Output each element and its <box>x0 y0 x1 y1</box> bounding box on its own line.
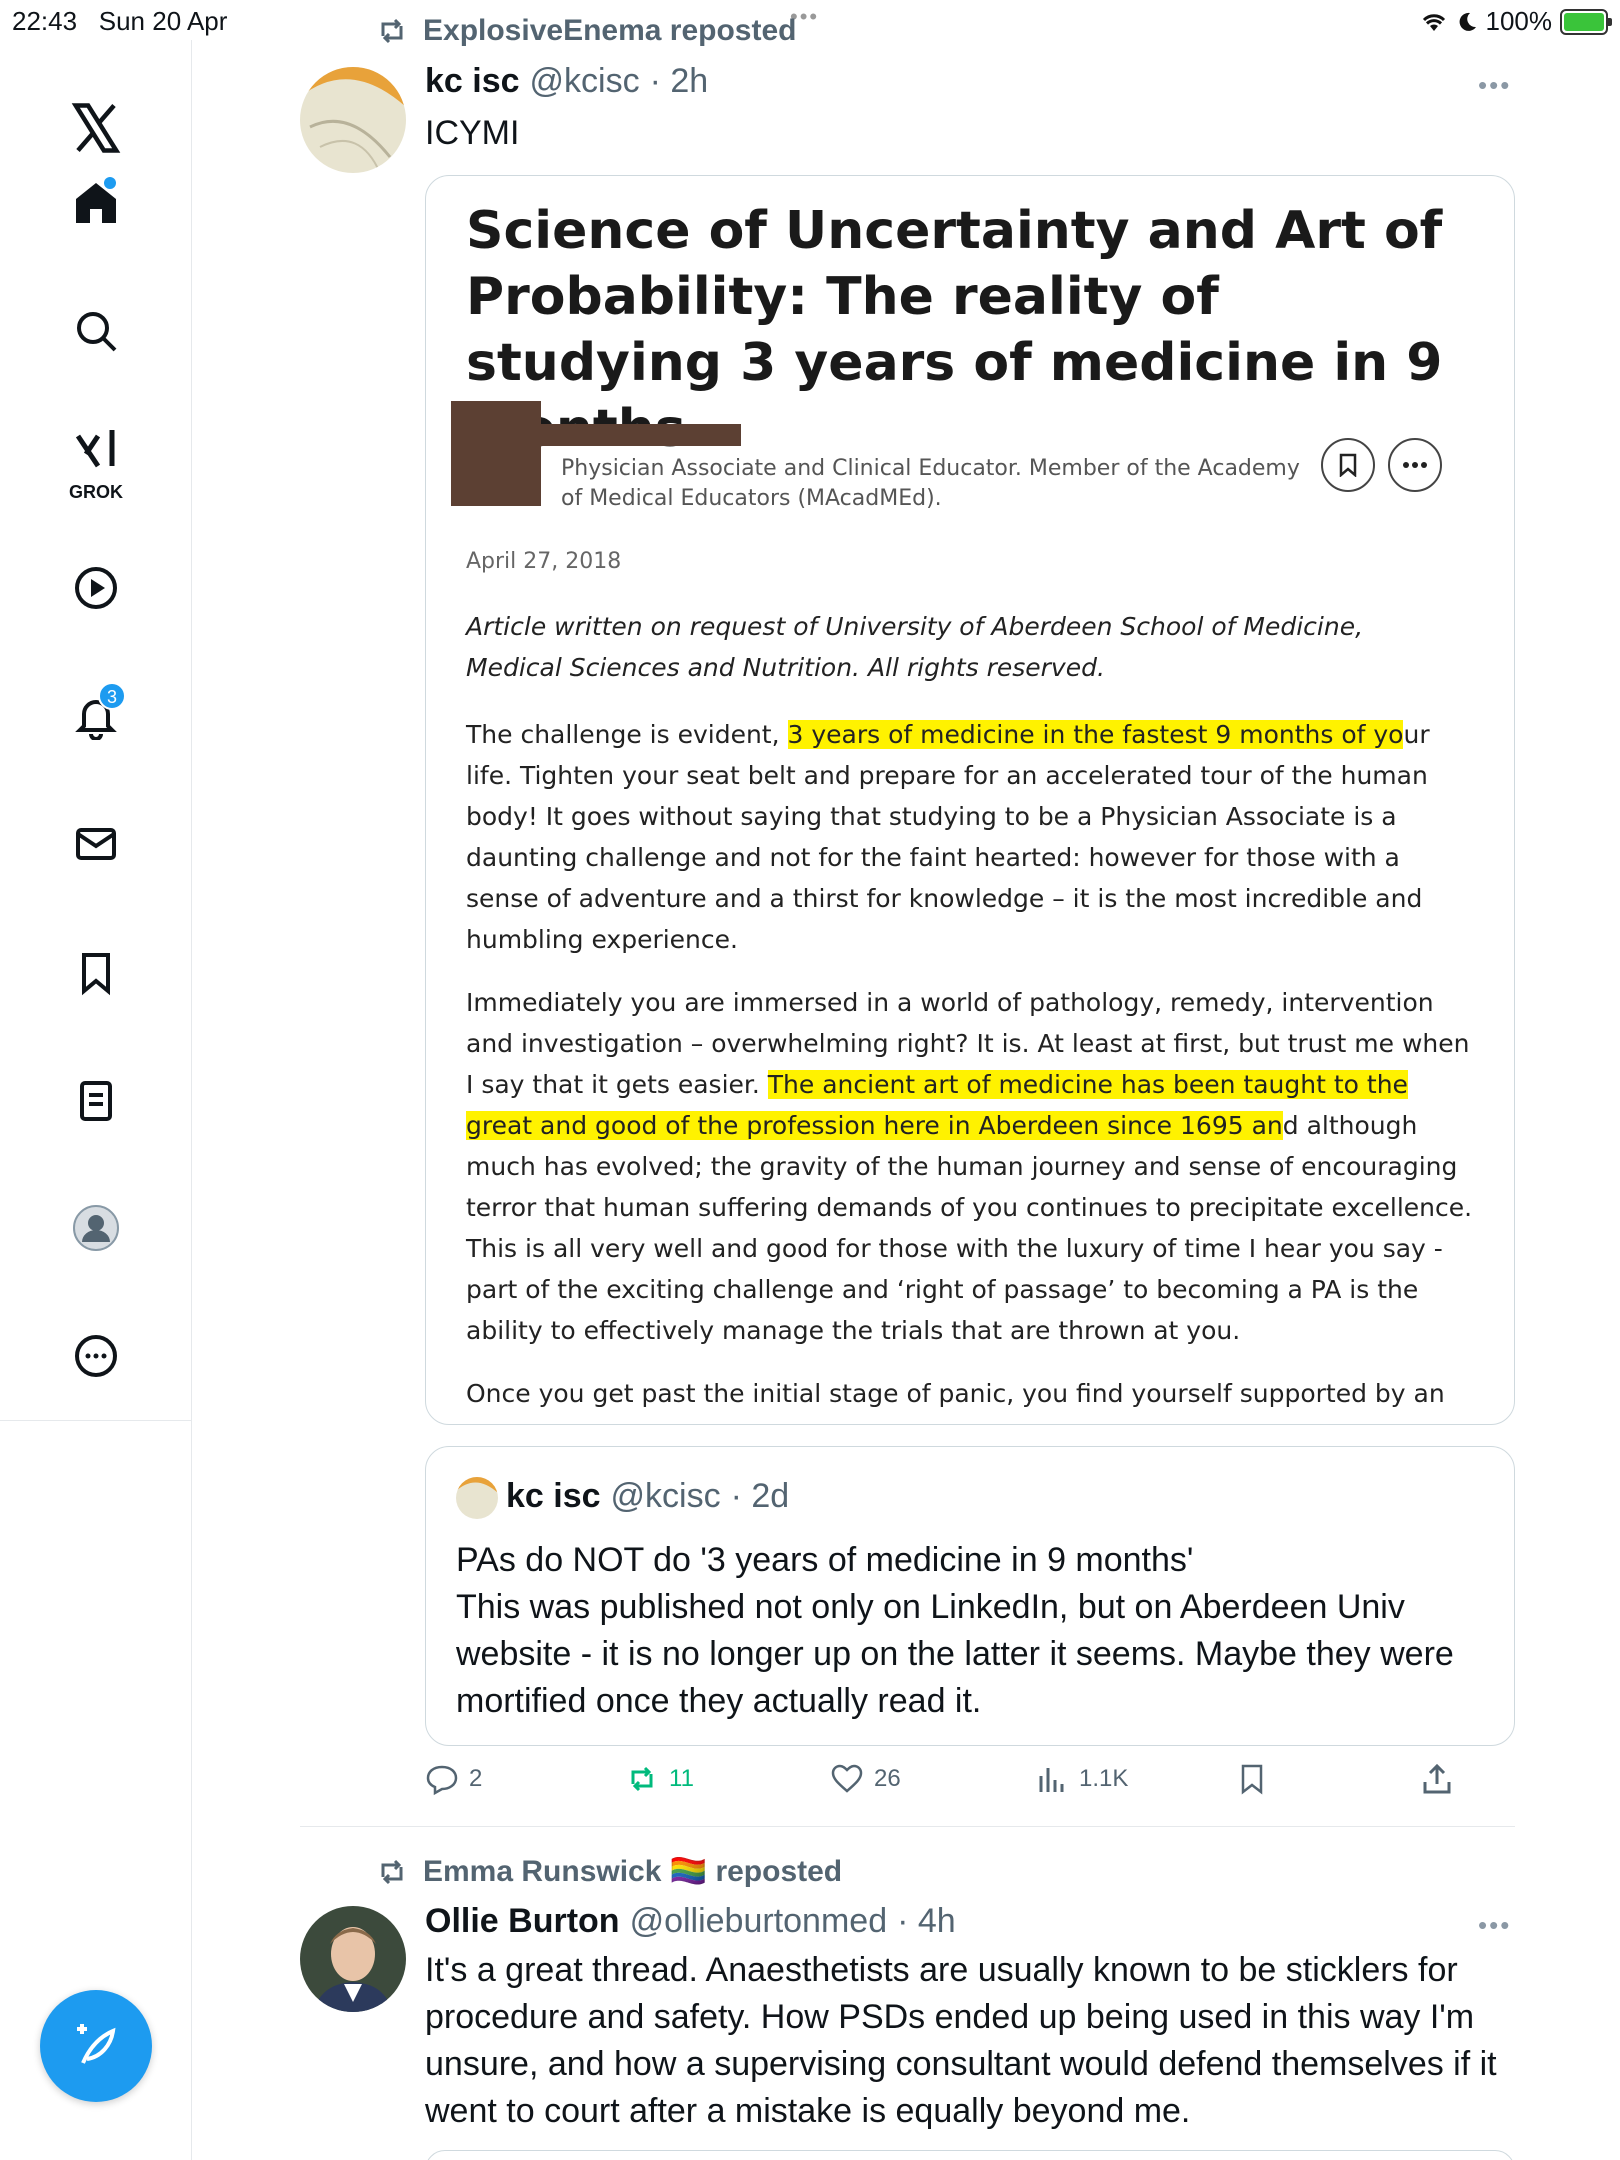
compose-post-button[interactable] <box>40 1990 152 2102</box>
share-icon <box>1423 1763 1451 1794</box>
grok-icon <box>75 430 115 468</box>
attached-image[interactable]: Science of Uncertainty and Art of Probab… <box>425 175 1515 1425</box>
author-description: Physician Associate and Clinical Educato… <box>561 456 1300 511</box>
sidebar-item-video[interactable] <box>48 548 144 628</box>
tweet-more-button[interactable]: ••• <box>1478 1910 1511 1941</box>
repost-button[interactable]: 11 <box>625 1762 694 1796</box>
like-count: 26 <box>874 1765 901 1792</box>
article-date: April 27, 2018 <box>466 549 622 574</box>
reposted-by-text: ExplosiveEnema reposted <box>423 14 797 47</box>
mail-icon <box>76 828 116 860</box>
redacted-photo <box>451 401 541 506</box>
sidebar-item-bookmarks[interactable] <box>48 933 144 1013</box>
list-icon <box>80 1081 112 1121</box>
author-handle[interactable]: @kcisc <box>530 62 640 101</box>
article-more-icon <box>1388 438 1442 492</box>
article-bookmark-icon <box>1321 438 1375 492</box>
compose-feather-icon <box>77 2024 116 2064</box>
bookmark-button[interactable] <box>1235 1762 1269 1796</box>
bookmark-icon <box>1241 1764 1263 1795</box>
sidebar-item-explore[interactable] <box>48 291 144 371</box>
sidebar-item-notifications[interactable]: 3 <box>48 676 144 756</box>
article-paragraph-2: Immediately you are immersed in a world … <box>466 988 1473 1345</box>
quoted-author: kc isc @kcisc · 2d <box>506 1477 789 1516</box>
search-icon <box>77 312 117 352</box>
status-date: Sun 20 Apr <box>98 6 228 36</box>
repost-count: 11 <box>669 1765 694 1792</box>
home-unread-dot <box>104 177 116 189</box>
repost-icon <box>381 1859 403 1884</box>
article-intro: Article written on request of University… <box>466 612 1364 682</box>
sidebar-item-lists[interactable] <box>48 1061 144 1141</box>
tweet-author: kc isc @kcisc · 2h <box>425 62 708 101</box>
quoted-text: PAs do NOT do '3 years of medicine in 9 … <box>456 1541 1454 1720</box>
reply-button[interactable]: 2 <box>425 1762 482 1796</box>
article-paragraph-1: The challenge is evident, 3 years of med… <box>466 720 1430 954</box>
author-handle[interactable]: @ollieburtonmed <box>630 1902 888 1941</box>
like-button[interactable]: 26 <box>830 1762 901 1796</box>
sidebar: GROK 3 <box>0 40 192 2160</box>
reply-icon <box>426 1765 458 1796</box>
author-name[interactable]: kc isc <box>425 62 520 101</box>
status-time: 22:43 <box>12 6 78 36</box>
sidebar-item-more[interactable] <box>48 1316 144 1396</box>
tweet-actions: 2 11 26 1.1K <box>420 1762 1520 1810</box>
view-count: 1.1K <box>1079 1765 1129 1792</box>
avatar[interactable] <box>300 67 406 173</box>
reply-count: 2 <box>469 1765 483 1792</box>
sidebar-item-profile[interactable] <box>48 1188 144 1268</box>
wifi-icon <box>1422 13 1445 31</box>
repost-icon <box>381 18 403 44</box>
repost-indicator[interactable]: ExplosiveEnema reposted <box>375 14 796 48</box>
quoted-tweet[interactable]: kc isc @kcisc · 2d PAs do NOT do '3 year… <box>425 1446 1515 1746</box>
next-attachment-card[interactable] <box>425 2150 1515 2160</box>
share-button[interactable] <box>1420 1762 1454 1796</box>
tweet-divider <box>300 1826 1515 1827</box>
tweet-author: Ollie Burton @ollieburtonmed · 4h <box>425 1902 956 1941</box>
battery-icon <box>1560 8 1612 35</box>
play-icon <box>75 567 117 609</box>
reposted-by-text: Emma Runswick 🏳️‍🌈 reposted <box>423 1855 843 1888</box>
post-time[interactable]: · 2h <box>650 62 709 101</box>
author-name[interactable]: Ollie Burton <box>425 1902 620 1941</box>
author-handle: @kcisc <box>610 1477 721 1515</box>
moon-icon <box>1459 12 1476 31</box>
sidebar-divider <box>0 1420 192 1421</box>
sidebar-item-messages[interactable] <box>48 804 144 884</box>
repost-indicator[interactable]: Emma Runswick 🏳️‍🌈 reposted <box>375 1854 842 1889</box>
post-time: · 2d <box>730 1477 790 1515</box>
article-title: Science of Uncertainty and Art of Probab… <box>466 201 1443 459</box>
x-logo-icon[interactable] <box>48 88 144 168</box>
tweet-text: It's a great thread. Anaesthetists are u… <box>425 1951 1497 2130</box>
heart-icon <box>831 1764 863 1793</box>
article-paragraph-3: Once you get past the initial stage of p… <box>466 1379 1445 1408</box>
author-name: kc isc <box>506 1477 601 1515</box>
views-chart-icon <box>1039 1768 1064 1792</box>
sidebar-item-home[interactable] <box>48 163 144 243</box>
redacted-name <box>536 424 741 446</box>
views-button[interactable]: 1.1K <box>1035 1762 1128 1796</box>
tweet-text: ICYMI <box>425 114 520 152</box>
post-time[interactable]: · 4h <box>897 1902 956 1941</box>
highlight: 3 years of medicine in the fastest 9 mon… <box>787 720 1404 749</box>
profile-avatar-icon <box>73 1205 119 1251</box>
avatar <box>456 1477 498 1519</box>
sidebar-item-grok[interactable]: GROK <box>48 420 144 502</box>
repost-icon <box>631 1766 653 1792</box>
grok-label: GROK <box>69 482 123 502</box>
more-circle-icon <box>75 1335 117 1377</box>
avatar[interactable] <box>300 1906 406 2012</box>
bookmark-icon <box>82 953 110 996</box>
battery-percent: 100% <box>1485 6 1553 36</box>
tweet-more-button[interactable]: ••• <box>1478 70 1511 101</box>
notification-count-badge: 3 <box>98 682 126 710</box>
